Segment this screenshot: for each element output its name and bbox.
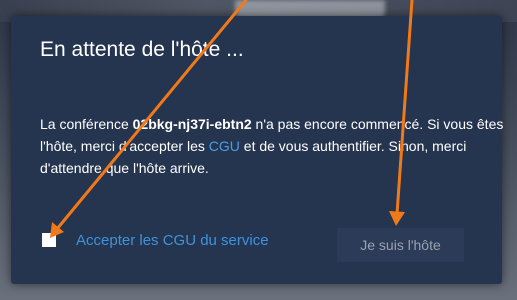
terms-link[interactable]: CGU xyxy=(209,138,240,154)
i-am-host-button[interactable]: Je suis l'hôte xyxy=(337,228,464,262)
accept-terms-checkbox[interactable] xyxy=(42,233,56,247)
accept-terms-row: Accepter les CGU du service xyxy=(42,230,269,250)
message-prefix: La conférence xyxy=(40,116,133,132)
conference-id: 02bkg-nj37i-ebtn2 xyxy=(132,116,252,132)
accept-terms-label[interactable]: Accepter les CGU du service xyxy=(76,232,269,249)
waiting-for-host-dialog: En attente de l'hôte ... La conférence 0… xyxy=(11,16,503,284)
dialog-message: La conférence 02bkg-nj37i-ebtn2 n'a pas … xyxy=(40,113,510,179)
screenshot-stage: En attente de l'hôte ... La conférence 0… xyxy=(0,0,517,300)
dialog-title: En attente de l'hôte ... xyxy=(40,38,244,61)
